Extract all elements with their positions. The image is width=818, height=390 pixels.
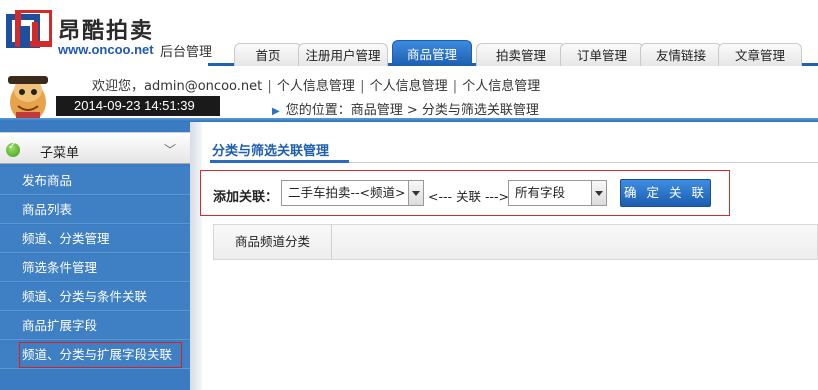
- backend-label: 后台管理: [160, 45, 213, 60]
- chevron-down-icon[interactable]: [591, 180, 607, 206]
- relation-table: 商品频道分类: [213, 224, 818, 260]
- breadcrumb-text: 您的位置：商品管理 > 分类与筛选关联管理: [285, 103, 539, 118]
- sidebar-item-channels[interactable]: 频道、分类管理: [0, 225, 190, 253]
- profile-link-1[interactable]: 个人信息管理: [277, 79, 355, 94]
- sidebar-item-channel-filter-link[interactable]: 频道、分类与条件关联: [0, 283, 190, 311]
- welcome-text: 欢迎您，admin@oncoo.net | 个人信息管理 | 个人信息管理 | …: [92, 79, 541, 94]
- content-edge: [190, 122, 202, 390]
- sidebar-item-publish[interactable]: 发布商品: [0, 167, 190, 195]
- channel-select-value: 二手车拍卖--<频道>: [288, 185, 406, 200]
- submenu-title: 子菜单: [40, 146, 80, 161]
- tab-orders[interactable]: 订单管理: [560, 43, 644, 66]
- field-select-value: 所有字段: [515, 185, 566, 200]
- form-label: 添加关联：: [213, 190, 279, 205]
- brand-url: www.oncoo.net: [58, 42, 154, 57]
- tab-auctions[interactable]: 拍卖管理: [476, 43, 566, 66]
- sidebar-item-channel-ext-link[interactable]: 频道、分类与扩展字段关联: [19, 342, 182, 368]
- section-tab-underline: [210, 160, 349, 163]
- field-select[interactable]: 所有字段: [508, 180, 607, 206]
- sidebar-item-product-list[interactable]: 商品列表: [0, 196, 190, 224]
- main-nav: 首页 注册用户管理 商品管理 拍卖管理 订单管理 友情链接 文章管理: [208, 40, 818, 66]
- tab-articles[interactable]: 文章管理: [718, 43, 802, 66]
- welcome-user: 欢迎您，admin@oncoo.net: [92, 79, 263, 94]
- header: 昂酷拍卖 www.oncoo.net 后台管理 首页 注册用户管理 商品管理 拍…: [0, 0, 818, 66]
- brand-name: 昂酷拍卖: [58, 19, 155, 44]
- profile-link-3[interactable]: 个人信息管理: [462, 79, 540, 94]
- chevron-down-icon[interactable]: [408, 180, 424, 206]
- relation-arrow-text: <--- 关联 --->: [428, 189, 509, 204]
- add-relation-form: 添加关联： 二手车拍卖--<频道> <--- 关联 ---> 所有字段 确 定 …: [200, 170, 730, 216]
- sidebar-item-ext-fields[interactable]: 商品扩展字段: [0, 312, 190, 340]
- profile-link-2[interactable]: 个人信息管理: [370, 79, 448, 94]
- submenu-header[interactable]: 子菜单 ﹀: [0, 132, 190, 164]
- tab-section-title[interactable]: 分类与筛选关联管理: [212, 140, 329, 159]
- tab-products[interactable]: 商品管理: [392, 40, 472, 66]
- sidebar: 子菜单 ﹀ 发布商品 商品列表 频道、分类管理 筛选条件管理 频道、分类与条件关…: [0, 122, 190, 390]
- datetime: 2014-09-23 14:51:39: [56, 96, 206, 116]
- triangle-right-icon: ▶: [272, 106, 280, 117]
- logo-icon: [6, 10, 52, 48]
- confirm-relation-button[interactable]: 确 定 关 联: [620, 179, 711, 207]
- date-bar-edge: [206, 96, 220, 116]
- check-circle-icon: [6, 141, 20, 157]
- table-header-channel-category: 商品频道分类: [214, 225, 332, 259]
- chevron-down-icon[interactable]: ﹀: [164, 141, 176, 158]
- breadcrumb: ▶ 您的位置：商品管理 > 分类与筛选关联管理: [272, 99, 539, 118]
- tab-users[interactable]: 注册用户管理: [298, 43, 388, 66]
- tab-home[interactable]: 首页: [234, 43, 302, 66]
- sidebar-item-filters[interactable]: 筛选条件管理: [0, 254, 190, 282]
- channel-select[interactable]: 二手车拍卖--<频道>: [281, 180, 424, 206]
- tab-links[interactable]: 友情链接: [640, 43, 722, 66]
